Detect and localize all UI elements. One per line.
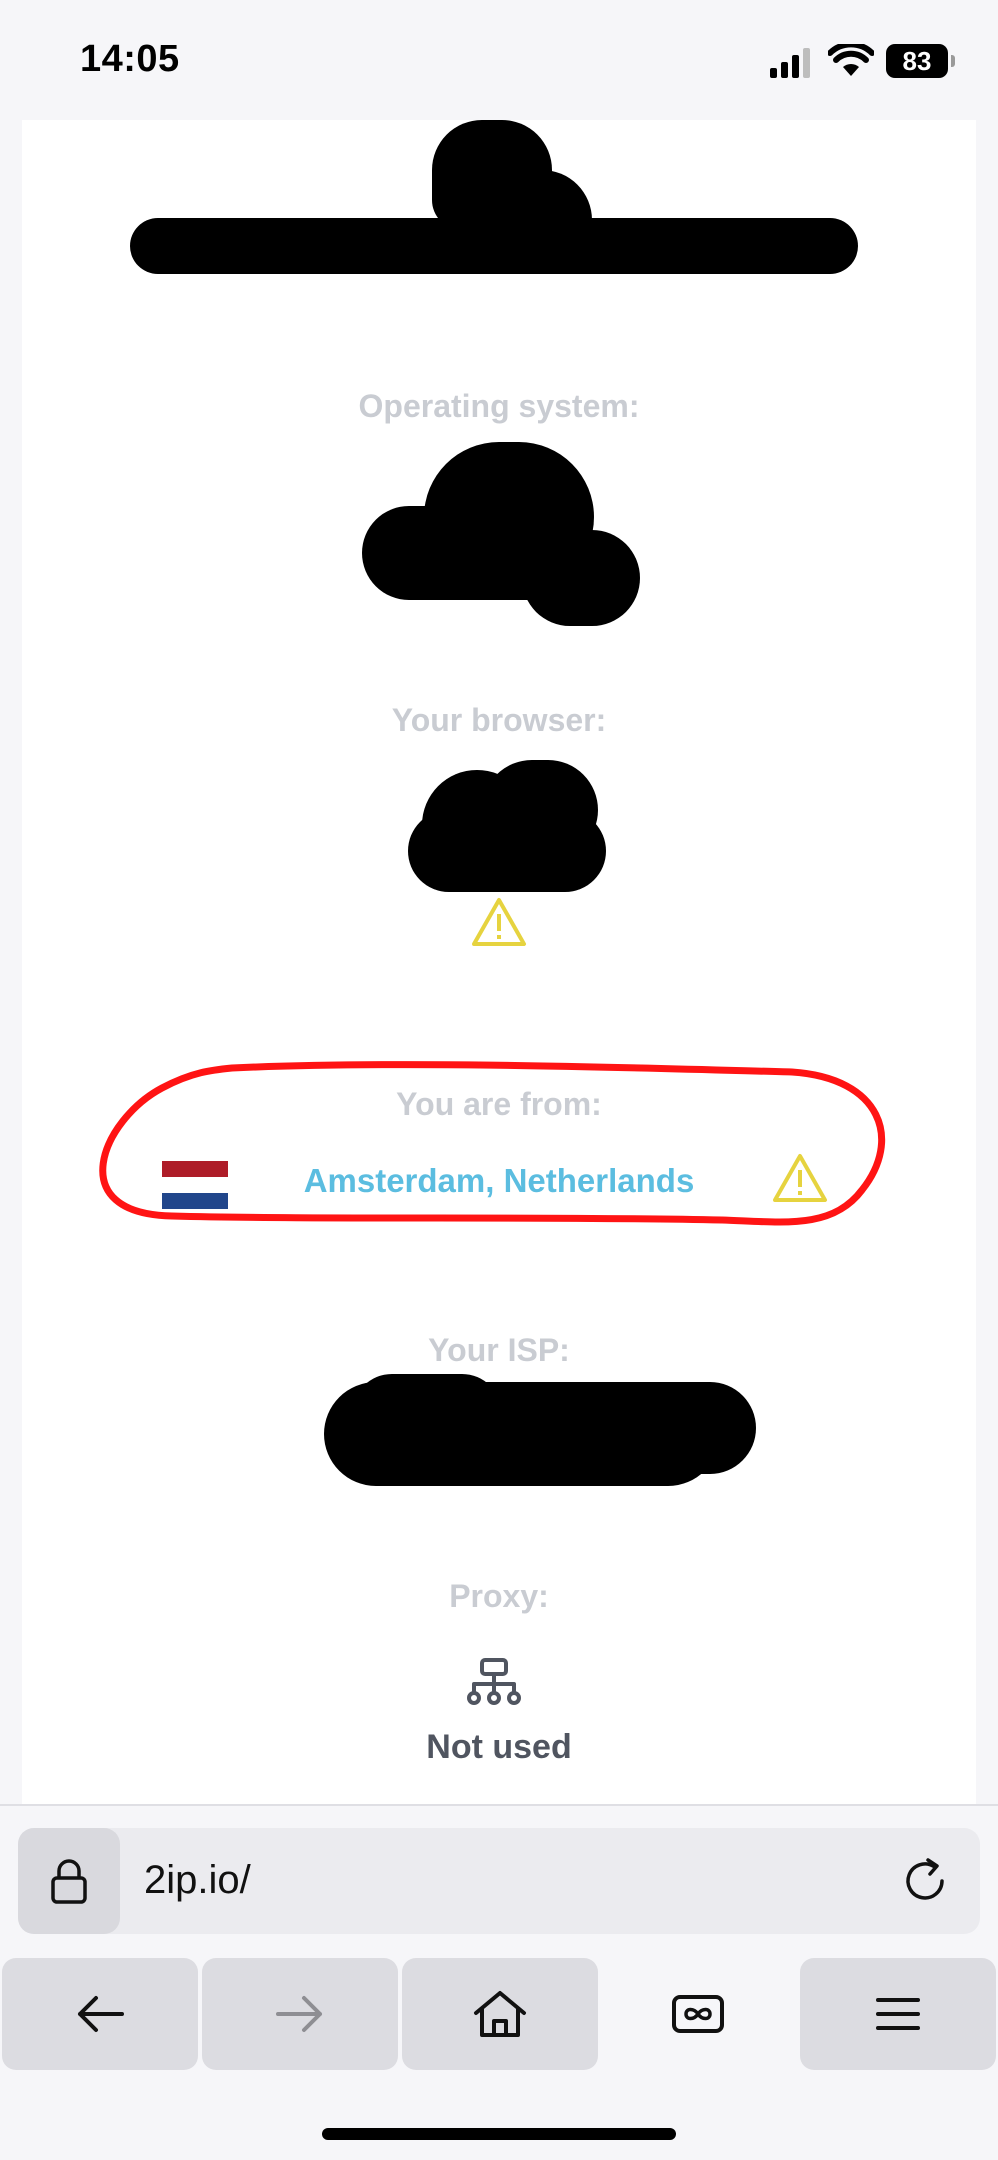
tabs-button[interactable] (600, 1958, 796, 2070)
proxy-label: Proxy: (449, 1578, 549, 1614)
home-icon (474, 1991, 526, 2037)
battery-level: 83 (902, 45, 932, 76)
highlight-annotation (99, 1061, 886, 1226)
lock-icon[interactable] (18, 1828, 120, 1934)
forward-button[interactable] (202, 1958, 398, 2070)
home-indicator[interactable] (322, 2128, 676, 2140)
address-bar-area: 2ip.io/ (0, 1804, 998, 1960)
isp-label: Your ISP: (428, 1332, 570, 1368)
network-icon (467, 1658, 521, 1705)
menu-button[interactable] (800, 1958, 996, 2070)
status-time: 14:05 (80, 38, 180, 80)
web-page: Operating system: Your browser: You are … (22, 120, 976, 1804)
signal-icon (770, 48, 810, 78)
forward-icon (276, 1996, 322, 2032)
proxy-value: Not used (426, 1728, 572, 1766)
home-button[interactable] (402, 1958, 598, 2070)
browser-toolbar (0, 1958, 998, 2160)
tabs-icon (672, 1995, 724, 2033)
battery-icon: 83 (886, 44, 955, 78)
url-text[interactable]: 2ip.io/ (144, 1858, 251, 1903)
back-icon (78, 1996, 124, 2032)
status-bar: 14:05 83 (0, 0, 998, 120)
back-button[interactable] (2, 1958, 198, 2070)
wifi-icon (828, 44, 874, 76)
address-bar[interactable]: 2ip.io/ (18, 1828, 980, 1934)
reload-icon[interactable] (898, 1854, 952, 1908)
menu-icon (876, 1998, 920, 2030)
